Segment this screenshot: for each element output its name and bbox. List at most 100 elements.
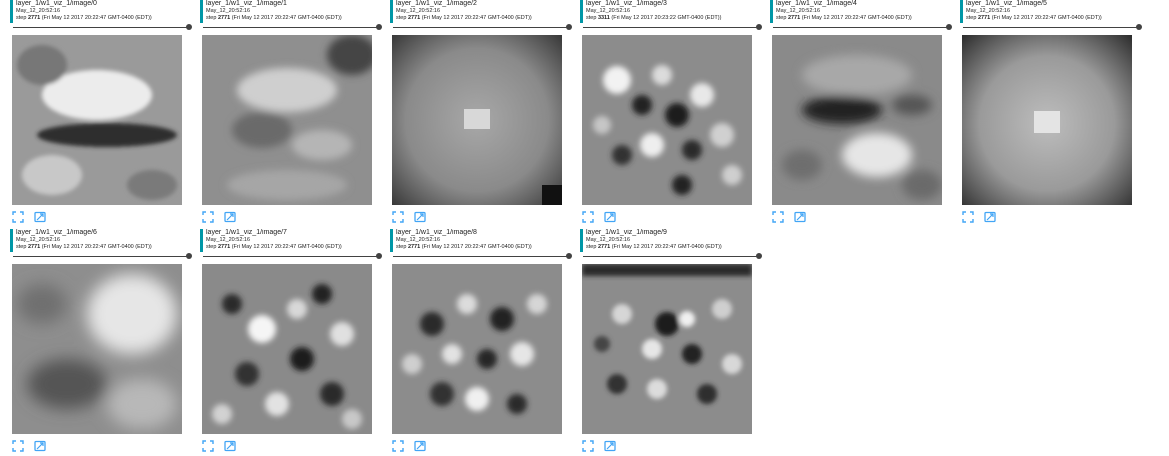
image-thumbnail[interactable] bbox=[12, 264, 182, 434]
image-title: layer_1/w1_viz_1/image/2 bbox=[396, 0, 477, 7]
card-header: layer_1/w1_viz_1/image/4 May_12_20:52:16… bbox=[770, 0, 952, 23]
image-thumbnail[interactable] bbox=[582, 35, 752, 205]
card-header: layer_1/w1_viz_1/image/1 May_12_20:52:16… bbox=[200, 0, 382, 23]
image-card: layer_1/w1_viz_1/image/6 May_12_20:52:16… bbox=[10, 229, 192, 452]
step-value: 2771 bbox=[597, 243, 611, 250]
image-fit-icon[interactable] bbox=[414, 211, 427, 223]
step-info: step 2771 (Fri May 12 2017 20:22:47 GMT-… bbox=[966, 14, 1102, 21]
step-info: step 2771 (Fri May 12 2017 20:22:47 GMT-… bbox=[586, 243, 722, 250]
step-slider[interactable] bbox=[203, 253, 382, 259]
image-controls bbox=[12, 437, 52, 452]
slider-knob[interactable] bbox=[756, 253, 762, 259]
image-controls bbox=[202, 208, 242, 223]
card-header: layer_1/w1_viz_1/image/0 May_12_20:52:16… bbox=[10, 0, 192, 23]
step-value: 2771 bbox=[787, 14, 801, 21]
image-controls bbox=[962, 208, 1002, 223]
image-thumbnail[interactable] bbox=[392, 264, 562, 434]
image-fit-icon[interactable] bbox=[414, 440, 427, 452]
step-info: step 2771 (Fri May 12 2017 20:22:47 GMT-… bbox=[396, 243, 532, 250]
image-fit-icon[interactable] bbox=[984, 211, 997, 223]
image-title: layer_1/w1_viz_1/image/0 bbox=[16, 0, 97, 7]
image-controls bbox=[772, 208, 812, 223]
fullscreen-expand-icon[interactable] bbox=[962, 211, 974, 223]
card-header: layer_1/w1_viz_1/image/6 May_12_20:52:16… bbox=[10, 229, 192, 252]
slider-knob[interactable] bbox=[376, 24, 382, 30]
image-controls bbox=[12, 208, 52, 223]
slider-knob[interactable] bbox=[566, 253, 572, 259]
card-header: layer_1/w1_viz_1/image/8 May_12_20:52:16… bbox=[390, 229, 572, 252]
card-header: layer_1/w1_viz_1/image/5 May_12_20:52:16… bbox=[960, 0, 1142, 23]
slider-knob[interactable] bbox=[946, 24, 952, 30]
image-controls bbox=[582, 208, 622, 223]
image-controls bbox=[202, 437, 242, 452]
image-fit-icon[interactable] bbox=[604, 211, 617, 223]
image-thumbnail[interactable] bbox=[392, 35, 562, 205]
image-title: layer_1/w1_viz_1/image/9 bbox=[586, 229, 667, 236]
image-thumbnail[interactable] bbox=[962, 35, 1132, 205]
image-fit-icon[interactable] bbox=[794, 211, 807, 223]
image-thumbnail[interactable] bbox=[772, 35, 942, 205]
step-info: step 2771 (Fri May 12 2017 20:22:47 GMT-… bbox=[16, 243, 152, 250]
step-slider[interactable] bbox=[393, 253, 572, 259]
image-title: layer_1/w1_viz_1/image/7 bbox=[206, 229, 287, 236]
slider-knob[interactable] bbox=[186, 253, 192, 259]
slider-knob[interactable] bbox=[376, 253, 382, 259]
image-title: layer_1/w1_viz_1/image/5 bbox=[966, 0, 1047, 7]
step-value: 2771 bbox=[217, 243, 231, 250]
step-slider[interactable] bbox=[393, 24, 572, 30]
fullscreen-expand-icon[interactable] bbox=[202, 211, 214, 223]
image-title: layer_1/w1_viz_1/image/4 bbox=[776, 0, 857, 7]
step-value: 2771 bbox=[977, 14, 991, 21]
step-value: 2771 bbox=[27, 14, 41, 21]
step-slider[interactable] bbox=[963, 24, 1142, 30]
image-title: layer_1/w1_viz_1/image/8 bbox=[396, 229, 477, 236]
fullscreen-expand-icon[interactable] bbox=[202, 440, 214, 452]
step-value: 2771 bbox=[407, 14, 421, 21]
image-thumbnail[interactable] bbox=[582, 264, 752, 434]
slider-knob[interactable] bbox=[756, 24, 762, 30]
slider-knob[interactable] bbox=[186, 24, 192, 30]
image-card: layer_1/w1_viz_1/image/4 May_12_20:52:16… bbox=[770, 0, 952, 223]
card-header: layer_1/w1_viz_1/image/9 May_12_20:52:16… bbox=[580, 229, 762, 252]
image-thumbnail[interactable] bbox=[12, 35, 182, 205]
step-slider[interactable] bbox=[583, 253, 762, 259]
image-controls bbox=[392, 208, 432, 223]
image-thumbnail[interactable] bbox=[202, 264, 372, 434]
image-controls bbox=[392, 437, 432, 452]
fullscreen-expand-icon[interactable] bbox=[12, 211, 24, 223]
step-info: step 2771 (Fri May 12 2017 20:22:47 GMT-… bbox=[776, 14, 912, 21]
image-card: layer_1/w1_viz_1/image/7 May_12_20:52:16… bbox=[200, 229, 382, 452]
card-header: layer_1/w1_viz_1/image/3 May_12_20:52:16… bbox=[580, 0, 762, 23]
image-fit-icon[interactable] bbox=[34, 440, 47, 452]
image-card: layer_1/w1_viz_1/image/5 May_12_20:52:16… bbox=[960, 0, 1142, 223]
image-fit-icon[interactable] bbox=[224, 211, 237, 223]
step-slider[interactable] bbox=[773, 24, 952, 30]
fullscreen-expand-icon[interactable] bbox=[12, 440, 24, 452]
image-title: layer_1/w1_viz_1/image/3 bbox=[586, 0, 667, 7]
image-thumbnail[interactable] bbox=[202, 35, 372, 205]
step-slider[interactable] bbox=[13, 253, 192, 259]
step-slider[interactable] bbox=[13, 24, 192, 30]
fullscreen-expand-icon[interactable] bbox=[392, 211, 404, 223]
image-controls bbox=[582, 437, 622, 452]
fullscreen-expand-icon[interactable] bbox=[772, 211, 784, 223]
step-value: 2771 bbox=[27, 243, 41, 250]
image-card: layer_1/w1_viz_1/image/9 May_12_20:52:16… bbox=[580, 229, 762, 452]
image-card: layer_1/w1_viz_1/image/0 May_12_20:52:16… bbox=[10, 0, 192, 223]
image-card: layer_1/w1_viz_1/image/3 May_12_20:52:16… bbox=[580, 0, 762, 223]
step-info: step 2771 (Fri May 12 2017 20:22:47 GMT-… bbox=[396, 14, 532, 21]
fullscreen-expand-icon[interactable] bbox=[582, 440, 594, 452]
slider-knob[interactable] bbox=[566, 24, 572, 30]
image-card: layer_1/w1_viz_1/image/8 May_12_20:52:16… bbox=[390, 229, 572, 452]
image-fit-icon[interactable] bbox=[224, 440, 237, 452]
step-info: step 2771 (Fri May 12 2017 20:22:47 GMT-… bbox=[16, 14, 152, 21]
slider-knob[interactable] bbox=[1136, 24, 1142, 30]
image-fit-icon[interactable] bbox=[34, 211, 47, 223]
image-fit-icon[interactable] bbox=[604, 440, 617, 452]
step-slider[interactable] bbox=[583, 24, 762, 30]
step-value: 2771 bbox=[407, 243, 421, 250]
step-slider[interactable] bbox=[203, 24, 382, 30]
card-header: layer_1/w1_viz_1/image/2 May_12_20:52:16… bbox=[390, 0, 572, 23]
fullscreen-expand-icon[interactable] bbox=[392, 440, 404, 452]
fullscreen-expand-icon[interactable] bbox=[582, 211, 594, 223]
